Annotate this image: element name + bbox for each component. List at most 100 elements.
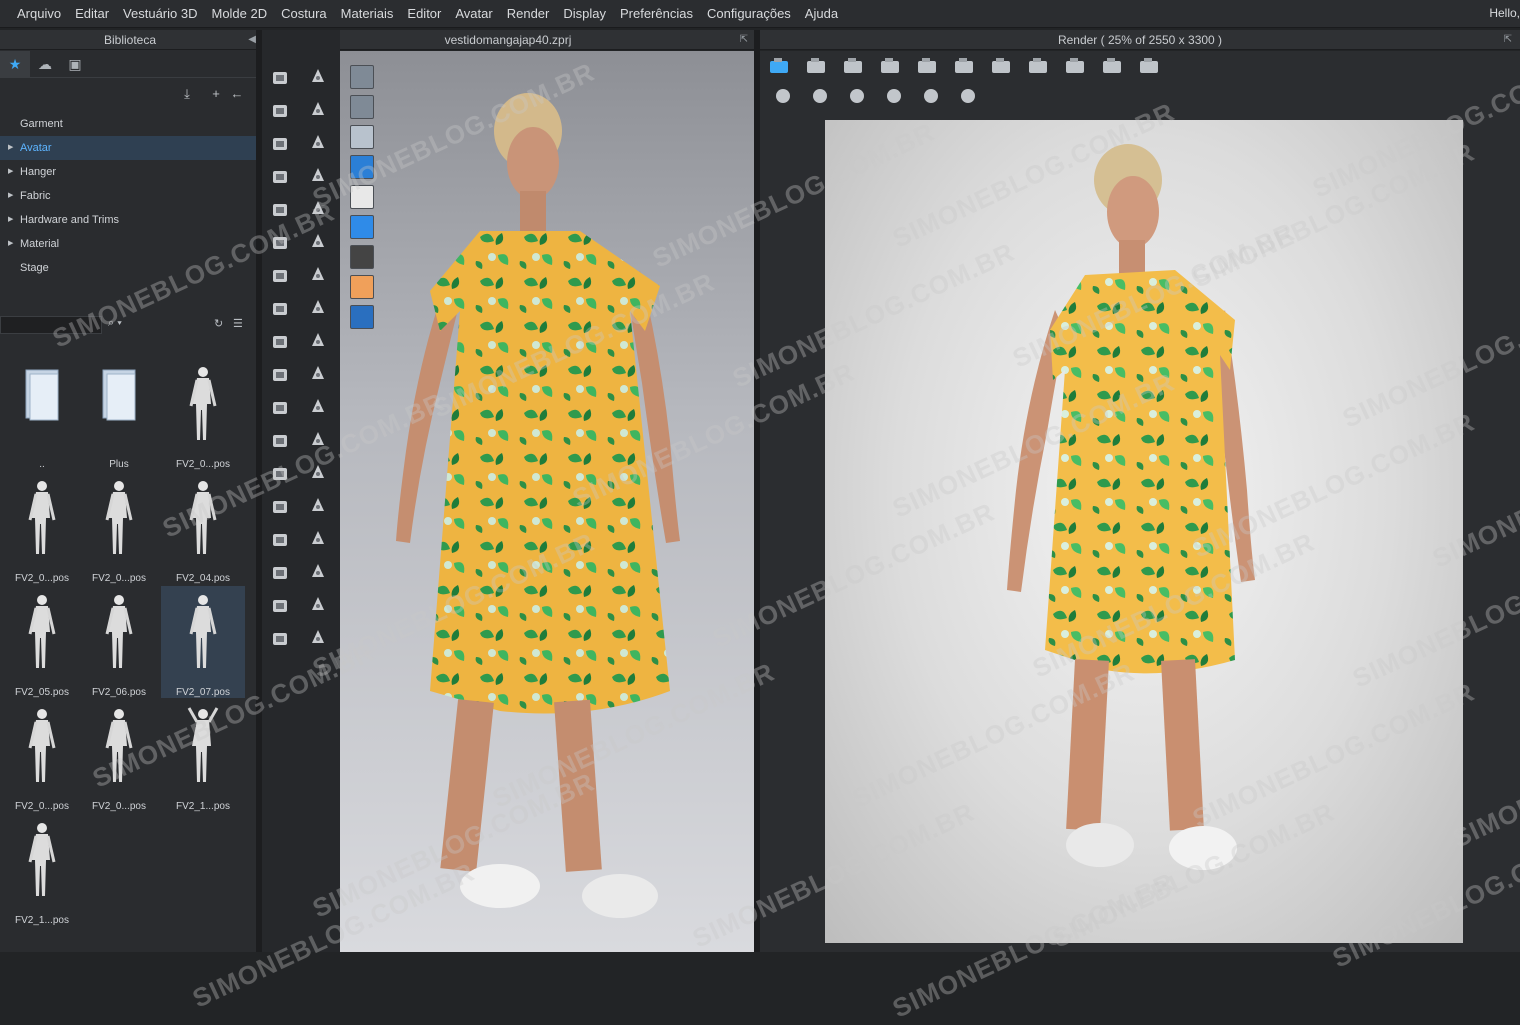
search-icon[interactable]: ⌕ ▾ [108,317,122,330]
layer-icon[interactable] [268,396,292,420]
library-pose-item[interactable]: FV2_0...pos [77,472,161,584]
add-icon[interactable]: + [207,86,225,102]
select-icon[interactable] [306,163,330,187]
menu-item[interactable]: Avatar [448,6,499,21]
doll-icon[interactable] [268,528,292,552]
library-pose-item[interactable]: FV2_05.pos [0,586,84,698]
tag2-icon[interactable] [306,625,330,649]
tree-item[interactable]: Garment [0,112,260,136]
library-pose-item[interactable]: FV2_06.pos [77,586,161,698]
render-light-icon[interactable] [1062,55,1088,77]
view-fabric-icon[interactable] [350,245,374,269]
arrange-icon[interactable] [268,231,292,255]
menu-item[interactable]: Display [556,6,613,21]
view-texture-icon[interactable] [350,65,374,89]
walk-icon[interactable] [306,64,330,88]
viewport-3d[interactable] [340,51,754,952]
expand-arrow-icon[interactable]: ▶ [8,184,13,208]
view-globe-icon[interactable] [350,305,374,329]
transform-icon[interactable] [268,264,292,288]
expand-arrow-icon[interactable]: ▶ [8,136,13,160]
render-spotlight-icon[interactable] [881,85,907,107]
expand-arrow-icon[interactable]: ▶ [8,208,13,232]
library-pose-item[interactable]: FV2_04.pos [161,472,245,584]
download-icon[interactable]: ⤓ [178,86,196,102]
view-mesh-icon[interactable] [350,125,374,149]
render-camera-icon[interactable] [914,55,940,77]
fold-icon[interactable] [268,99,292,123]
render-arrow-icon[interactable] [844,85,870,107]
pin-icon[interactable] [306,97,330,121]
maximize-icon[interactable]: ⇱ [1504,30,1512,50]
tape-icon[interactable] [268,594,292,618]
render-plane-icon[interactable] [918,85,944,107]
store-tab-icon[interactable]: ▣ [60,51,90,77]
button-icon[interactable] [306,394,330,418]
render-layers-icon[interactable] [877,55,903,77]
list-view-icon[interactable]: ☰ [233,317,243,330]
render-sphere-icon[interactable] [807,85,833,107]
move-down-icon[interactable] [268,66,292,90]
view-skin-icon[interactable] [350,275,374,299]
menu-item[interactable]: Vestuário 3D [116,6,204,21]
menu-item[interactable]: Molde 2D [204,6,274,21]
tack-icon[interactable] [306,130,330,154]
library-pose-item[interactable]: FV2_0...pos [0,472,84,584]
maximize-icon[interactable]: ⇱ [740,30,748,50]
menu-item[interactable]: Editar [68,6,116,21]
tree-item[interactable]: ▶ Hanger [0,160,260,184]
library-pose-item[interactable]: FV2_0...pos [0,700,84,812]
library-search-input[interactable] [0,316,102,334]
menu-item[interactable]: Arquivo [10,6,68,21]
shirt-check-icon[interactable] [306,328,330,352]
menu-item[interactable]: Render [500,6,557,21]
user-greeting[interactable]: Hello, [1489,6,1520,20]
drape-icon[interactable] [306,295,330,319]
cloud-tab-icon[interactable]: ☁ [30,51,60,77]
zoom-icon[interactable] [306,361,330,385]
tree-item[interactable]: ▶ Avatar [0,136,260,160]
library-pose-item[interactable]: FV2_07.pos [161,586,245,698]
tree-item[interactable]: Stage [0,256,260,280]
view-garment-icon[interactable] [350,215,374,239]
zipper-pull-icon[interactable] [306,460,330,484]
pen-icon[interactable] [268,132,292,156]
render-export-icon[interactable] [770,85,796,107]
square-icon[interactable] [306,559,330,583]
render-settings-icon[interactable] [988,55,1014,77]
puck2-icon[interactable] [306,526,330,550]
zipper-icon[interactable] [306,427,330,451]
brush-icon[interactable] [268,330,292,354]
remove-icon[interactable]: ← [228,86,246,102]
favorites-tab-icon[interactable]: ★ [0,51,30,77]
render-refresh-icon[interactable] [766,55,792,77]
puck-icon[interactable] [306,493,330,517]
view-avatar-icon[interactable] [350,185,374,209]
render-image-icon[interactable] [951,55,977,77]
menu-item[interactable]: Ajuda [798,6,845,21]
fabric-icon[interactable] [268,363,292,387]
view-stress-icon[interactable] [350,155,374,179]
group-icon[interactable] [268,297,292,321]
expand-arrow-icon[interactable]: ▶ [8,160,13,184]
edit-icon[interactable] [306,196,330,220]
render-film-icon[interactable] [803,55,829,77]
menu-item[interactable]: Materiais [334,6,401,21]
view-shaded-icon[interactable] [350,95,374,119]
render-camera2-icon[interactable] [1136,55,1162,77]
shirt-stack-icon[interactable] [268,495,292,519]
menu-item[interactable]: Configurações [700,6,798,21]
shirt-icon[interactable] [268,165,292,189]
library-pose-item[interactable]: FV2_1...pos [0,814,84,926]
render-dome-icon[interactable] [955,85,981,107]
stack-icon[interactable] [268,429,292,453]
refresh-icon[interactable]: ↻ [214,317,223,330]
menu-item[interactable]: Preferências [613,6,700,21]
tree-item[interactable]: ▶ Fabric [0,184,260,208]
menu-item[interactable]: Editor [400,6,448,21]
library-folder[interactable]: Plus [77,358,161,470]
library-pose-item[interactable]: FV2_0...pos [77,700,161,812]
menu-item[interactable]: Costura [274,6,334,21]
measure-icon[interactable] [306,262,330,286]
pattern-icon[interactable] [268,198,292,222]
